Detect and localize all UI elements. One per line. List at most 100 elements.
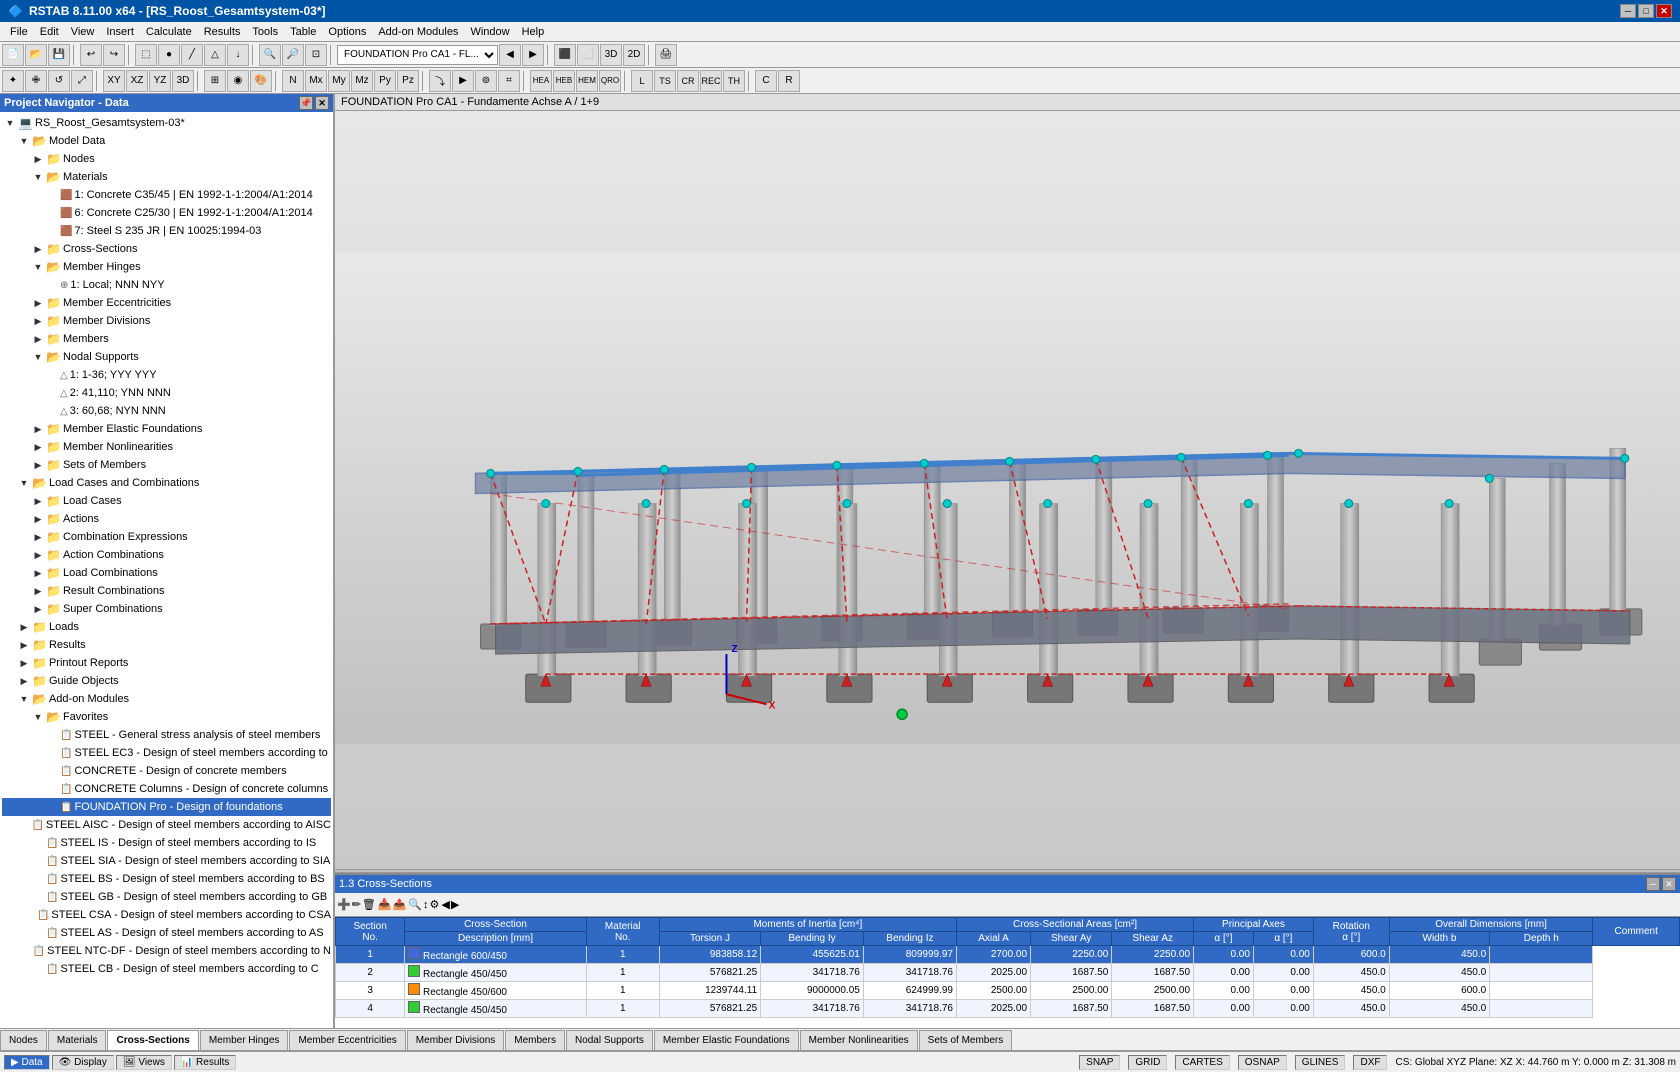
tab-members[interactable]: Members xyxy=(505,1030,565,1050)
bt-add[interactable]: ➕ xyxy=(337,898,351,911)
tb-redo[interactable]: ↪ xyxy=(103,44,125,66)
bt-sort[interactable]: ↕ xyxy=(423,899,429,911)
menu-results[interactable]: Results xyxy=(198,22,247,41)
tb-zoom-in[interactable]: 🔍 xyxy=(259,44,281,66)
tree-item-mat1[interactable]: 🟫1: Concrete C35/45 | EN 1992-1-1:2004/A… xyxy=(2,186,331,204)
tree-item-steel-bs[interactable]: 📋STEEL BS - Design of steel members acco… xyxy=(2,870,331,888)
tree-item-steel-ntc-df[interactable]: 📋STEEL NTC-DF - Design of steel members … xyxy=(2,942,331,960)
tb-open[interactable]: 📂 xyxy=(25,44,47,66)
tb-render[interactable]: ⬛ xyxy=(554,44,576,66)
tree-item-result-combinations[interactable]: ▶📁Result Combinations xyxy=(2,582,331,600)
tree-item-favorites[interactable]: ▼📂Favorites xyxy=(2,708,331,726)
tree-item-ns1[interactable]: △1: 1-36; YYY YYY xyxy=(2,366,331,384)
tb2-iso[interactable]: ⌗ xyxy=(498,70,520,92)
tree-item-materials[interactable]: ▼📂Materials xyxy=(2,168,331,186)
bt-settings[interactable]: ⚙ xyxy=(430,898,440,911)
status-dxf[interactable]: DXF xyxy=(1353,1055,1387,1070)
bt-filter[interactable]: 🔍 xyxy=(408,898,422,911)
tb-select[interactable]: ⬚ xyxy=(135,44,157,66)
tb2-mx[interactable]: Mx xyxy=(305,70,327,92)
status-tab-data[interactable]: ▶ Data xyxy=(4,1055,50,1070)
tb-member[interactable]: ╱ xyxy=(181,44,203,66)
tb2-th[interactable]: TH xyxy=(723,70,745,92)
tree-item-steel-general[interactable]: 📋STEEL - General stress analysis of stee… xyxy=(2,726,331,744)
tb2-display[interactable]: ◉ xyxy=(227,70,249,92)
tree-item-members[interactable]: ▶📁Members xyxy=(2,330,331,348)
tb2-cr[interactable]: CR xyxy=(677,70,699,92)
menu-calculate[interactable]: Calculate xyxy=(140,22,198,41)
tb2-ts[interactable]: TS xyxy=(654,70,676,92)
tb-next[interactable]: ▶ xyxy=(522,44,544,66)
tb-node[interactable]: ● xyxy=(158,44,180,66)
panel-close[interactable]: ✕ xyxy=(315,96,329,110)
tree-item-member-divisions[interactable]: ▶📁Member Divisions xyxy=(2,312,331,330)
cross-sections-table[interactable]: SectionNo. Cross-Section MaterialNo. Mom… xyxy=(335,917,1680,1028)
tb-prev[interactable]: ◀ xyxy=(499,44,521,66)
status-tab-results[interactable]: 📊 Results xyxy=(174,1055,237,1070)
restore-button[interactable]: □ xyxy=(1638,4,1654,18)
tree-item-concrete-columns[interactable]: 📋CONCRETE Columns - Design of concrete c… xyxy=(2,780,331,798)
minimize-button[interactable]: ─ xyxy=(1620,4,1636,18)
tb2-mz[interactable]: Mz xyxy=(351,70,373,92)
tb-print[interactable]: 🖨 xyxy=(655,44,677,66)
tab-nodes[interactable]: Nodes xyxy=(0,1030,47,1050)
table-row[interactable]: 3 Rectangle 450/60011239744.119000000.05… xyxy=(336,982,1680,1000)
tree-item-hinge1[interactable]: ⊕1: Local; NNN NYY xyxy=(2,276,331,294)
bt-next-row[interactable]: ▶ xyxy=(451,898,459,911)
tb2-filter[interactable]: ⊞ xyxy=(204,70,226,92)
tab-member-elastic-foundations[interactable]: Member Elastic Foundations xyxy=(654,1030,799,1050)
tree-item-nodal-supports[interactable]: ▼📂Nodal Supports xyxy=(2,348,331,366)
bt-prev-row[interactable]: ◀ xyxy=(441,898,449,911)
menu-tools[interactable]: Tools xyxy=(246,22,284,41)
menu-view[interactable]: View xyxy=(65,22,101,41)
tab-member-hinges[interactable]: Member Hinges xyxy=(200,1030,289,1050)
tb-support[interactable]: △ xyxy=(204,44,226,66)
tree-item-combination-expressions[interactable]: ▶📁Combination Expressions xyxy=(2,528,331,546)
tree-item-mat6[interactable]: 🟫6: Concrete C25/30 | EN 1992-1-1:2004/A… xyxy=(2,204,331,222)
status-tab-views[interactable]: 🖼 Views xyxy=(116,1055,172,1070)
tb2-py[interactable]: Py xyxy=(374,70,396,92)
tree-item-foundation-pro[interactable]: 📋FOUNDATION Pro - Design of foundations xyxy=(2,798,331,816)
status-cartes[interactable]: CARTES xyxy=(1175,1055,1229,1070)
tb-zoom-out[interactable]: 🔎 xyxy=(282,44,304,66)
tb-wire[interactable]: ⬜ xyxy=(577,44,599,66)
tree-item-add-on-modules[interactable]: ▼📂Add-on Modules xyxy=(2,690,331,708)
menu-addon[interactable]: Add-on Modules xyxy=(372,22,464,41)
tree-item-ns2[interactable]: △2: 41,110; YNN NNN xyxy=(2,384,331,402)
tree-item-loads[interactable]: ▶📁Loads xyxy=(2,618,331,636)
tb2-xz[interactable]: XZ xyxy=(126,70,148,92)
tree-item-nodes[interactable]: ▶📁Nodes xyxy=(2,150,331,168)
tb-view-combo[interactable]: FOUNDATION Pro CA1 - FL... xyxy=(337,45,498,65)
tb2-heb[interactable]: HEB xyxy=(553,70,575,92)
tree-item-model-data[interactable]: ▼📂Model Data xyxy=(2,132,331,150)
status-grid[interactable]: GRID xyxy=(1128,1055,1167,1070)
tb2-r[interactable]: R xyxy=(778,70,800,92)
tb2-deform[interactable]: ⤵ xyxy=(429,70,451,92)
tb-undo[interactable]: ↩ xyxy=(80,44,102,66)
tb2-l[interactable]: L xyxy=(631,70,653,92)
tree-item-load-combinations[interactable]: ▶📁Load Combinations xyxy=(2,564,331,582)
tree-item-mat7[interactable]: 🟫7: Steel S 235 JR | EN 10025:1994-03 xyxy=(2,222,331,240)
tree-item-steel-as[interactable]: 📋STEEL AS - Design of steel members acco… xyxy=(2,924,331,942)
status-osnap[interactable]: OSNAP xyxy=(1238,1055,1287,1070)
tree-item-printout-reports[interactable]: ▶📁Printout Reports xyxy=(2,654,331,672)
tb2-n[interactable]: N xyxy=(282,70,304,92)
tree-item-steel-sia[interactable]: 📋STEEL SIA - Design of steel members acc… xyxy=(2,852,331,870)
tree-item-steel-aisc[interactable]: 📋STEEL AISC - Design of steel members ac… xyxy=(2,816,331,834)
tb2-my[interactable]: My xyxy=(328,70,350,92)
tab-cross-sections[interactable]: Cross-Sections xyxy=(107,1030,198,1050)
tree-item-super-combinations[interactable]: ▶📁Super Combinations xyxy=(2,600,331,618)
tb2-rec[interactable]: REC xyxy=(700,70,722,92)
table-row[interactable]: 1 Rectangle 600/4501983858.12455625.0180… xyxy=(336,946,1680,964)
status-tab-display[interactable]: 👁 Display xyxy=(52,1055,114,1070)
tree-item-steel-cb[interactable]: 📋STEEL CB - Design of steel members acco… xyxy=(2,960,331,978)
tree-item-concrete[interactable]: 📋CONCRETE - Design of concrete members xyxy=(2,762,331,780)
view-canvas[interactable]: Z X xyxy=(335,111,1680,869)
menu-help[interactable]: Help xyxy=(516,22,551,41)
tree-item-steel-csa[interactable]: 📋STEEL CSA - Design of steel members acc… xyxy=(2,906,331,924)
menu-edit[interactable]: Edit xyxy=(34,22,65,41)
tab-member-nonlinearities[interactable]: Member Nonlinearities xyxy=(800,1030,918,1050)
tab-member-eccentricities[interactable]: Member Eccentricities xyxy=(289,1030,405,1050)
tb2-3d-view[interactable]: 3D xyxy=(172,70,194,92)
bt-edit[interactable]: ✏ xyxy=(352,898,361,911)
